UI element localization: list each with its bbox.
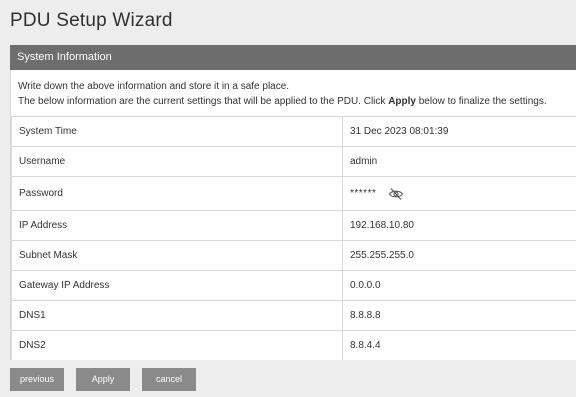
eye-slash-icon[interactable] xyxy=(388,187,404,201)
table-row-gateway-ip: Gateway IP Address 0.0.0.0 xyxy=(11,270,576,301)
row-value: 8.8.8.8 xyxy=(342,300,576,331)
table-row-dns1: DNS1 8.8.8.8 xyxy=(11,300,576,331)
row-value: admin xyxy=(342,146,576,177)
apply-button[interactable]: Apply xyxy=(76,368,130,391)
row-label: IP Address xyxy=(11,210,343,241)
row-label: DNS1 xyxy=(11,300,343,331)
system-information-table: System Time 31 Dec 2023 08:01:39 Usernam… xyxy=(11,116,576,361)
cancel-button[interactable]: cancel xyxy=(142,368,196,391)
table-row-dns2: DNS2 8.8.4.4 xyxy=(11,330,576,361)
intro-line-2-suffix: below to finalize the settings. xyxy=(415,96,547,107)
row-label: Password xyxy=(11,176,343,211)
row-label: DNS2 xyxy=(11,330,343,361)
table-row-system-time: System Time 31 Dec 2023 08:01:39 xyxy=(11,116,576,147)
password-wrap: ****** xyxy=(350,187,404,201)
intro-text: Write down the above information and sto… xyxy=(18,79,547,109)
intro-apply-emphasis: Apply xyxy=(388,96,416,107)
page-title: PDU Setup Wizard xyxy=(10,10,173,31)
row-label: Gateway IP Address xyxy=(11,270,343,301)
row-label: System Time xyxy=(11,116,343,147)
panel-header: System Information xyxy=(10,45,576,70)
row-value: 192.168.10.80 xyxy=(342,210,576,241)
password-masked-value: ****** xyxy=(350,188,377,199)
intro-line-1: Write down the above information and sto… xyxy=(18,81,290,92)
row-label: Subnet Mask xyxy=(11,240,343,271)
wizard-footer: previous Apply cancel xyxy=(10,360,576,397)
table-row-password: Password ****** xyxy=(11,176,576,211)
row-value: 8.8.4.4 xyxy=(342,330,576,361)
previous-button[interactable]: previous xyxy=(10,368,64,391)
row-value: 255.255.255.0 xyxy=(342,240,576,271)
row-value: 31 Dec 2023 08:01:39 xyxy=(342,116,576,147)
setup-wizard-page: PDU Setup Wizard System Information Writ… xyxy=(0,0,576,397)
eye-slash-svg xyxy=(389,187,404,200)
system-information-panel: Write down the above information and sto… xyxy=(10,70,576,361)
table-row-ip-address: IP Address 192.168.10.80 xyxy=(11,210,576,241)
intro-line-2: The below information are the current se… xyxy=(18,94,547,109)
row-label: Username xyxy=(11,146,343,177)
table-row-username: Username admin xyxy=(11,146,576,177)
intro-line-2-prefix: The below information are the current se… xyxy=(18,96,389,107)
row-value: 0.0.0.0 xyxy=(342,270,576,301)
row-value-password: ****** xyxy=(342,176,576,211)
table-row-subnet-mask: Subnet Mask 255.255.255.0 xyxy=(11,240,576,271)
